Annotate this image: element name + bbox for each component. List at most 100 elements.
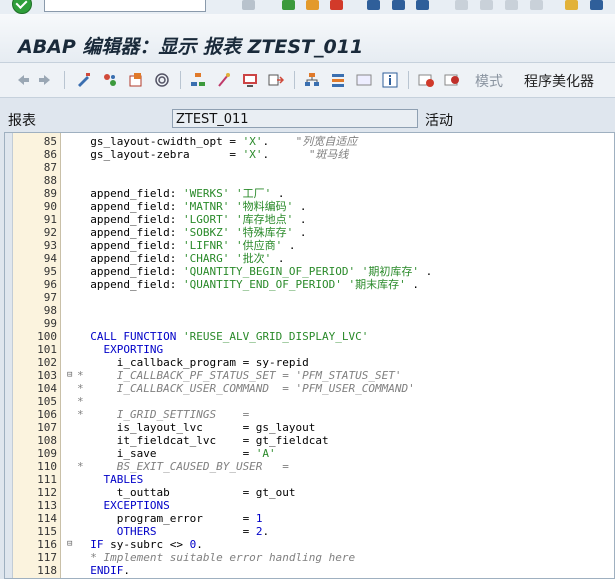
code-line[interactable]: 95 append_field: 'QUANTITY_BEGIN_OF_PERI…	[13, 265, 433, 278]
next-page-icon[interactable]	[505, 0, 518, 10]
code-line[interactable]: 96 append_field: 'QUANTITY_END_OF_PERIOD…	[13, 278, 419, 291]
code-line[interactable]: 108 it_fieldcat_lvc = gt_fieldcat	[13, 434, 329, 447]
cancel-icon[interactable]	[330, 0, 343, 10]
code-line[interactable]: 86 gs_layout-zebra = 'X'. "斑马线	[13, 148, 349, 161]
line-number: 118	[37, 564, 57, 577]
info-icon[interactable]	[382, 72, 398, 88]
line-number: 104	[37, 382, 57, 395]
line-number: 116	[37, 538, 57, 551]
code-line[interactable]: 100 CALL FUNCTION 'REUSE_ALV_GRID_DISPLA…	[13, 330, 368, 343]
print-icon[interactable]	[367, 0, 380, 10]
line-number: 105	[37, 395, 57, 408]
debugger-icon[interactable]	[216, 72, 232, 88]
page-title: ABAP 编辑器：显示 报表 ZTEST_011	[18, 36, 364, 58]
code-line[interactable]: 105 *	[13, 395, 84, 408]
code-line[interactable]: 87	[13, 161, 57, 174]
pattern-button[interactable]: 模式	[475, 71, 503, 91]
code-line[interactable]: 118 ENDIF.	[13, 564, 130, 577]
stop-icon[interactable]	[444, 72, 460, 88]
code-text: * I_CALLBACK_PF_STATUS_SET = 'PFM_STATUS…	[77, 369, 402, 382]
fold-toggle-icon[interactable]: ⊟	[67, 538, 77, 551]
find-next-icon[interactable]	[416, 0, 429, 10]
new-session-icon[interactable]	[565, 0, 578, 10]
last-page-icon[interactable]	[530, 0, 543, 10]
report-name-field[interactable]: ZTEST_011	[172, 109, 418, 128]
code-line[interactable]: 93 append_field: 'LIFNR' '供应商' .	[13, 239, 296, 252]
code-line[interactable]: 88	[13, 174, 57, 187]
line-number: 92	[43, 226, 57, 239]
line-number: 100	[37, 330, 57, 343]
find-icon[interactable]	[392, 0, 405, 10]
stack-icon[interactable]	[330, 72, 346, 88]
code-line[interactable]: 111 TABLES	[13, 473, 143, 486]
line-number: 108	[37, 434, 57, 447]
pretty-printer-button[interactable]: 程序美化器	[524, 71, 594, 91]
code-line[interactable]: 112 t_outtab = gt_out	[13, 486, 295, 499]
code-text: gs_layout-cwidth_opt = 'X'. "列宽自适应	[77, 135, 358, 148]
code-line[interactable]: 106 * I_GRID_SETTINGS =	[13, 408, 249, 421]
exit-icon[interactable]	[306, 0, 319, 10]
code-line[interactable]: 117 * Implement suitable error handling …	[13, 551, 355, 564]
code-line[interactable]: 110 * BS_EXIT_CAUSED_BY_USER =	[13, 460, 289, 473]
where-used-icon[interactable]	[154, 72, 170, 88]
code-line[interactable]: 109 i_save = 'A'	[13, 447, 276, 460]
code-lines: 85 gs_layout-cwidth_opt = 'X'. "列宽自适应 86 …	[13, 135, 433, 577]
line-number: 103	[37, 369, 57, 382]
code-text: append_field: 'MATNR' '物料编码' .	[77, 200, 307, 213]
forward-icon[interactable]	[38, 72, 54, 88]
code-line[interactable]: 102 i_callback_program = sy-repid	[13, 356, 309, 369]
line-number: 94	[43, 252, 57, 265]
command-field[interactable]	[44, 0, 206, 12]
title-bar: ABAP 编辑器：显示 报表 ZTEST_011	[0, 14, 615, 63]
hierarchy-icon[interactable]	[190, 72, 206, 88]
first-page-icon[interactable]	[455, 0, 468, 10]
code-line[interactable]: 99	[13, 317, 57, 330]
code-text: append_field: 'CHARG' '批次' .	[77, 252, 285, 265]
code-line[interactable]: 85 gs_layout-cwidth_opt = 'X'. "列宽自适应	[13, 135, 357, 148]
code-line[interactable]: 113 EXCEPTIONS	[13, 499, 170, 512]
separator	[408, 71, 409, 89]
line-number: 89	[43, 187, 57, 200]
code-line[interactable]: 115 OTHERS = 2.	[13, 525, 269, 538]
separator	[64, 71, 65, 89]
code-line[interactable]: 104 * I_CALLBACK_USER_COMMAND = 'PFM_USER…	[13, 382, 415, 395]
code-text: *	[77, 395, 84, 408]
fold-toggle-icon[interactable]: ⊟	[67, 369, 77, 382]
code-line[interactable]: 94 append_field: 'CHARG' '批次' .	[13, 252, 285, 265]
code-line[interactable]: 103 ⊟ * I_CALLBACK_PF_STATUS_SET = 'PFM_ST…	[13, 369, 401, 382]
line-number: 85	[43, 135, 57, 148]
code-line[interactable]: 90 append_field: 'MATNR' '物料编码' .	[13, 200, 307, 213]
back-icon[interactable]	[14, 72, 30, 88]
code-text: CALL FUNCTION 'REUSE_ALV_GRID_DISPLAY_LV…	[77, 330, 369, 343]
code-line[interactable]: 98	[13, 304, 57, 317]
code-line[interactable]: 92 append_field: 'SOBKZ' '特殊库存' .	[13, 226, 307, 239]
layout-icon[interactable]	[356, 72, 372, 88]
code-line[interactable]: 116 ⊟ IF sy-subrc <> 0.	[13, 538, 203, 551]
enter-icon[interactable]	[12, 0, 32, 14]
toggle-icon[interactable]	[76, 72, 92, 88]
code-line[interactable]: 89 append_field: 'WERKS' '工厂' .	[13, 187, 285, 200]
breakpoint-icon[interactable]	[418, 72, 434, 88]
code-line[interactable]: 101 EXPORTING	[13, 343, 163, 356]
code-text: EXPORTING	[77, 343, 164, 356]
code-line[interactable]: 91 append_field: 'LGORT' '库存地点' .	[13, 213, 307, 226]
insert-icon[interactable]	[268, 72, 284, 88]
separator	[180, 71, 181, 89]
line-number: 114	[37, 512, 57, 525]
organization-icon[interactable]	[304, 72, 320, 88]
other-object-icon[interactable]	[102, 72, 118, 88]
shortcut-icon[interactable]	[590, 0, 603, 10]
code-text: IF sy-subrc <> 0.	[77, 538, 203, 551]
back-green-icon[interactable]	[282, 0, 295, 10]
code-editor[interactable]: 85 gs_layout-cwidth_opt = 'X'. "列宽自适应 86 …	[4, 132, 615, 579]
display-icon[interactable]	[242, 72, 258, 88]
prev-page-icon[interactable]	[480, 0, 493, 10]
line-number: 99	[43, 317, 57, 330]
code-text: * I_GRID_SETTINGS =	[77, 408, 250, 421]
line-number: 91	[43, 213, 57, 226]
code-line[interactable]: 114 program_error = 1	[13, 512, 262, 525]
code-line[interactable]: 107 is_layout_lvc = gs_layout	[13, 421, 315, 434]
activate-icon[interactable]	[128, 72, 144, 88]
save-icon[interactable]	[242, 0, 255, 10]
code-line[interactable]: 97	[13, 291, 57, 304]
